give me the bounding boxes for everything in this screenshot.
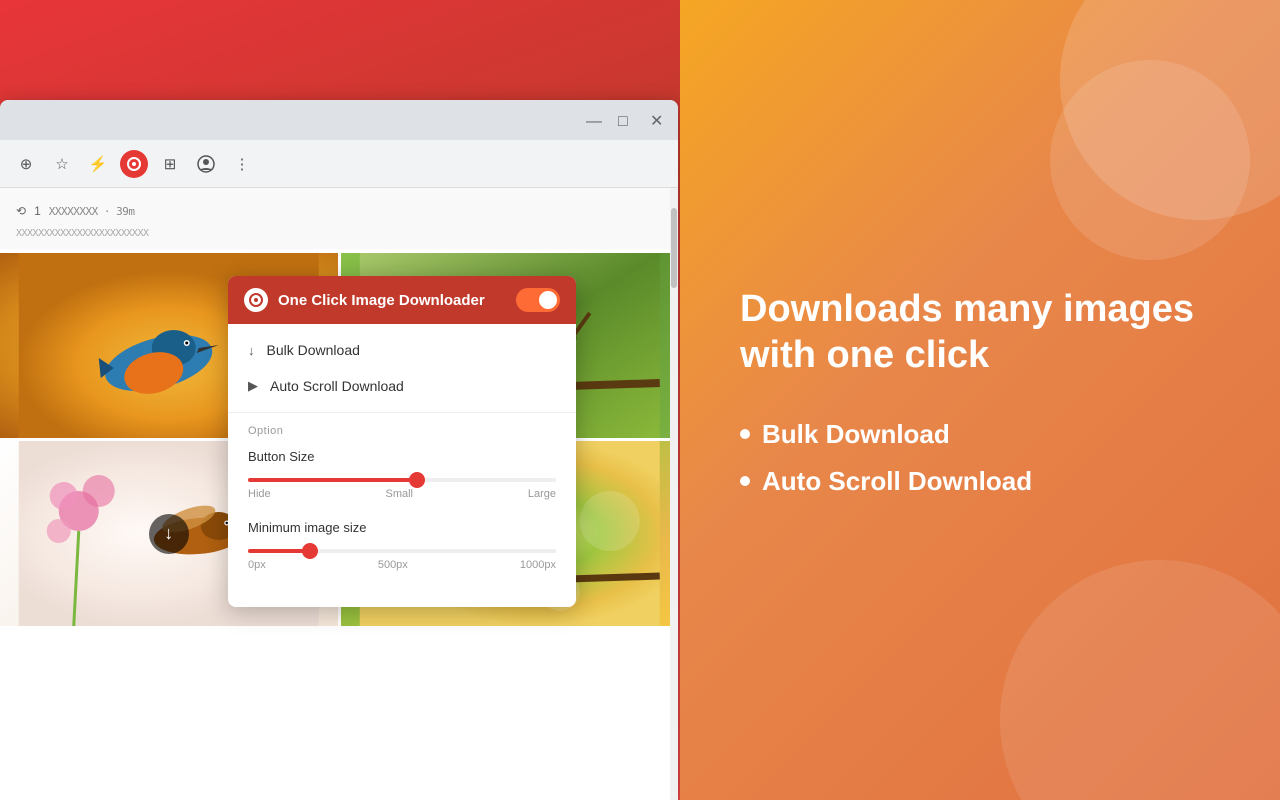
auto-scroll-icon: ▶ — [248, 378, 258, 394]
min-image-size-fill — [248, 549, 310, 553]
retweet-count: 1 — [34, 204, 41, 218]
min-image-size-thumb[interactable] — [302, 543, 318, 559]
popup-options: Option Button Size Hide Small — [228, 413, 576, 607]
label-1000px: 1000px — [520, 559, 556, 571]
bulk-download-menu-item[interactable]: ↓ Bulk Download — [228, 332, 576, 368]
minimize-button[interactable]: — — [586, 114, 598, 126]
post-description: XXXXXXXXXXXXXXXXXXXXXXXX — [16, 226, 662, 241]
auto-scroll-label: Auto Scroll Download — [270, 378, 404, 394]
label-large: Large — [528, 488, 556, 500]
close-button[interactable]: ✕ — [650, 114, 662, 126]
min-image-size-track — [248, 549, 556, 553]
back-icon[interactable]: ⊕ — [12, 150, 40, 178]
feature-bulk-download: Bulk Download — [762, 419, 950, 450]
bullet-dot-2 — [740, 476, 750, 486]
extension-active-icon[interactable] — [120, 150, 148, 178]
download-overlay-button[interactable]: ↓ — [149, 514, 189, 554]
label-hide: Hide — [248, 488, 271, 500]
browser-content: ⟲ 1 XXXXXXXX · 39m XXXXXXXXXXXXXXXXXXXXX… — [0, 188, 678, 800]
min-image-size-label: Minimum image size — [248, 520, 556, 535]
lightning-icon[interactable]: ⚡ — [84, 150, 112, 178]
popup-title: One Click Image Downloader — [278, 292, 506, 309]
feature-list: Bulk Download Auto Scroll Download — [740, 419, 1220, 513]
bulk-download-label: Bulk Download — [267, 342, 360, 358]
options-label: Option — [248, 425, 556, 437]
social-content: ⟲ 1 XXXXXXXX · 39m XXXXXXXXXXXXXXXXXXXXX… — [0, 188, 678, 249]
feature-item-autoscroll: Auto Scroll Download — [740, 466, 1220, 497]
browser-titlebar: — □ ✕ — [0, 100, 678, 140]
popup-header: One Click Image Downloader — [228, 276, 576, 324]
popup-logo-icon — [244, 288, 268, 312]
download-icon: ↓ — [164, 523, 173, 544]
profile-icon[interactable] — [192, 150, 220, 178]
auto-scroll-menu-item[interactable]: ▶ Auto Scroll Download — [228, 368, 576, 404]
min-image-size-option: Minimum image size 0px 500px 1000px — [248, 520, 556, 575]
deco-circle-2 — [1050, 60, 1250, 260]
menu-icon[interactable]: ⋮ — [228, 150, 256, 178]
star-icon[interactable]: ☆ — [48, 150, 76, 178]
button-size-fill — [248, 478, 417, 482]
extension-popup: One Click Image Downloader ↓ Bulk Downlo… — [228, 276, 576, 607]
button-size-label: Button Size — [248, 449, 556, 464]
label-0px: 0px — [248, 559, 266, 571]
maximize-button[interactable]: □ — [618, 114, 630, 126]
button-size-thumb[interactable] — [409, 472, 425, 488]
min-image-size-slider[interactable]: 0px 500px 1000px — [248, 545, 556, 575]
retweet-icon: ⟲ — [16, 204, 26, 218]
label-500px: 500px — [378, 559, 408, 571]
button-size-labels: Hide Small Large — [248, 488, 556, 500]
deco-circle-3 — [1000, 560, 1280, 800]
browser-toolbar: ⊕ ☆ ⚡ ⊞ ⋮ — [0, 140, 678, 188]
button-size-track — [248, 478, 556, 482]
toggle-switch[interactable] — [516, 288, 560, 312]
scroll-thumb[interactable] — [671, 208, 677, 288]
right-panel: Downloads many imageswith one click Bulk… — [680, 0, 1280, 800]
left-panel: — □ ✕ ⊕ ☆ ⚡ ⊞ ⋮ — [0, 0, 680, 800]
label-small: Small — [385, 488, 413, 500]
feature-auto-scroll: Auto Scroll Download — [762, 466, 1032, 497]
extensions-icon[interactable]: ⊞ — [156, 150, 184, 178]
post-username: XXXXXXXX · 39m — [49, 205, 135, 218]
right-headline: Downloads many imageswith one click — [740, 287, 1220, 378]
button-size-option: Button Size Hide Small Large — [248, 449, 556, 504]
feature-item-bulk: Bulk Download — [740, 419, 1220, 450]
bulk-download-icon: ↓ — [248, 343, 255, 358]
bullet-dot-1 — [740, 429, 750, 439]
post-meta: ⟲ 1 XXXXXXXX · 39m — [16, 196, 662, 226]
popup-menu: ↓ Bulk Download ▶ Auto Scroll Download — [228, 324, 576, 413]
min-image-size-labels: 0px 500px 1000px — [248, 559, 556, 571]
scrollbar[interactable] — [670, 188, 678, 800]
button-size-slider[interactable]: Hide Small Large — [248, 474, 556, 504]
browser-window: — □ ✕ ⊕ ☆ ⚡ ⊞ ⋮ — [0, 100, 678, 800]
